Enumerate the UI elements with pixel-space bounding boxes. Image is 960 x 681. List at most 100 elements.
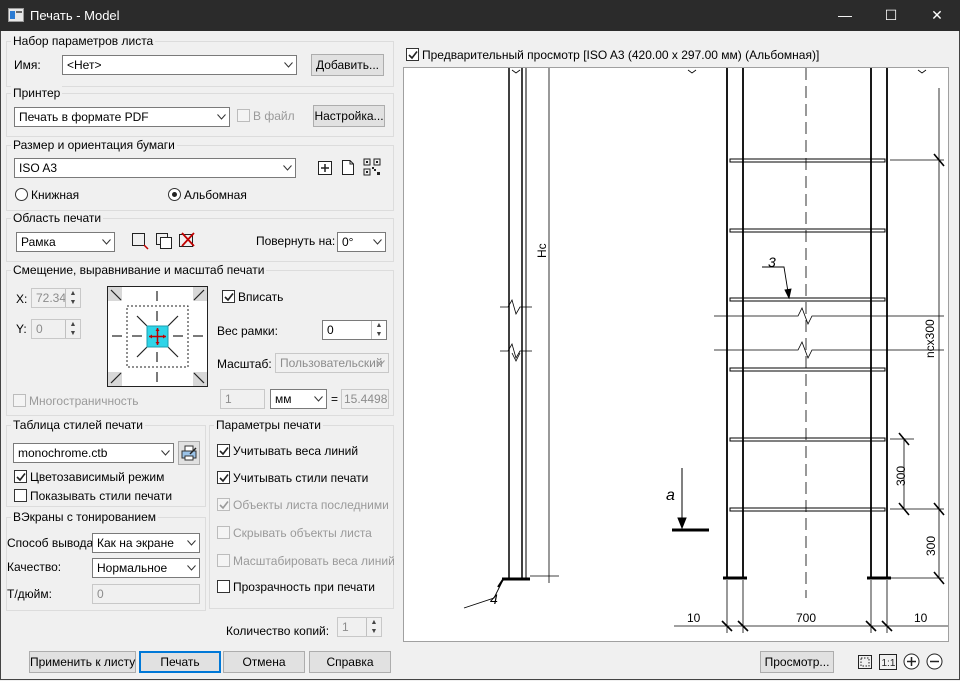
hide-objects-checkbox[interactable] (217, 526, 230, 539)
spin-up-icon: ▲ (371, 321, 386, 330)
copies-label: Количество копий: (226, 624, 330, 638)
spin-up-icon: ▲ (366, 618, 381, 627)
minimize-button[interactable]: — (822, 0, 868, 31)
edit-plot-style-button[interactable] (178, 441, 200, 465)
checkmark-icon (219, 447, 229, 456)
chevron-down-icon (161, 450, 170, 456)
one-to-one-icon[interactable]: 1:1 (879, 654, 897, 670)
spin-up-icon: ▲ (65, 320, 80, 329)
dpi-input[interactable]: 0 (92, 584, 200, 604)
frame-weight-label: Вес рамки: (217, 324, 278, 338)
spin-down-icon: ▼ (65, 329, 80, 338)
page-icon[interactable] (341, 159, 355, 176)
chevron-down-icon (187, 540, 196, 546)
add-paper-icon[interactable] (317, 160, 333, 176)
maximize-button[interactable]: ☐ (868, 0, 914, 31)
zoom-in-icon[interactable] (903, 653, 920, 670)
preview-button[interactable]: Просмотр... (760, 651, 834, 673)
drawing-label-3: 3 (768, 254, 776, 270)
paper-title: Размер и ориентация бумаги (11, 138, 177, 152)
chevron-down-icon (284, 62, 293, 68)
show-styles-checkbox[interactable] (14, 489, 27, 502)
shade-output-combo[interactable]: Как на экране (92, 533, 200, 553)
printer-title: Принтер (11, 86, 63, 100)
paper-size-combo[interactable]: ISO A3 (14, 158, 296, 178)
rotate-combo[interactable]: 0° (337, 232, 386, 252)
scale-unit-combo[interactable]: мм (270, 389, 327, 409)
to-file-checkbox[interactable] (237, 109, 250, 122)
hide-objects-label: Скрывать объекты листа (233, 526, 372, 540)
plot-options-title: Параметры печати (214, 418, 323, 432)
scale-lineweights-checkbox[interactable] (217, 554, 230, 567)
quality-label: Качество: (7, 560, 62, 574)
output-label: Способ вывода: (7, 536, 97, 550)
drawing-label-4: 4 (490, 591, 498, 607)
drawing-label-ncx300: nсx300 (923, 319, 937, 358)
paperspace-last-label: Объекты листа последними (233, 498, 389, 512)
print-button[interactable]: Печать (139, 651, 221, 673)
printer-combo[interactable]: Печать в формате PDF (14, 107, 230, 127)
help-button[interactable]: Справка (309, 651, 391, 673)
chevron-down-icon (373, 239, 382, 245)
copies-input[interactable]: 1 ▲ ▼ (337, 617, 382, 637)
landscape-radio[interactable] (168, 188, 181, 201)
scale-combo[interactable]: Пользовательский (275, 353, 389, 373)
alignment-center-picker[interactable] (107, 286, 208, 387)
preview-panel: Hc 4 3 а nсx300 300 300 10 700 10 (403, 67, 949, 642)
window-copy-icon[interactable] (155, 232, 173, 250)
plot-styles-checkbox[interactable] (217, 471, 230, 484)
spin-down-icon: ▼ (65, 298, 80, 307)
window-select-icon[interactable] (131, 232, 149, 250)
fit-checkbox[interactable] (222, 290, 235, 303)
plot-style-title: Таблица стилей печати (11, 418, 145, 432)
plot-area-combo[interactable]: Рамка (16, 232, 115, 252)
transparency-checkbox[interactable] (217, 580, 230, 593)
close-button[interactable]: ✕ (914, 0, 960, 31)
color-dependent-checkbox[interactable] (14, 470, 27, 483)
drawing-label-700: 700 (796, 611, 816, 625)
extents-icon[interactable] (857, 654, 873, 670)
x-offset-input[interactable]: 72.34 ▲ ▼ (31, 288, 81, 308)
printer-settings-button[interactable]: Настройка... (313, 105, 385, 127)
plot-style-combo[interactable]: monochrome.ctb (13, 443, 174, 463)
landscape-label: Альбомная (184, 188, 247, 202)
zoom-out-icon[interactable] (926, 653, 943, 670)
checkmark-icon (219, 474, 229, 483)
scale-denominator-input[interactable]: 15.4498 (341, 389, 389, 409)
preview-checkbox[interactable] (406, 48, 419, 61)
quality-combo[interactable]: Нормальное (92, 558, 200, 578)
chevron-down-icon (102, 239, 111, 245)
show-styles-label: Показывать стили печати (30, 489, 173, 503)
offset-scale-title: Смещение, выравнивание и масштаб печати (11, 263, 267, 277)
apply-to-layout-button[interactable]: Применить к листу (29, 651, 136, 673)
scale-label: Масштаб: (217, 357, 272, 371)
name-label: Имя: (14, 58, 41, 72)
equals-label: = (331, 392, 339, 406)
paperspace-last-checkbox[interactable] (217, 498, 230, 511)
checkmark-icon (224, 293, 234, 302)
window-title: Печать - Model (30, 8, 120, 23)
y-offset-input[interactable]: 0 ▲ ▼ (31, 319, 81, 339)
x-label: X: (16, 292, 28, 306)
chevron-down-icon (376, 360, 385, 366)
drawing-label-10-right: 10 (914, 611, 928, 625)
paper-properties-icon[interactable] (363, 158, 381, 176)
y-label: Y: (16, 322, 27, 336)
scale-numerator-input[interactable]: 1 (220, 389, 265, 409)
lineweights-checkbox[interactable] (217, 444, 230, 457)
frame-weight-input[interactable]: 0 ▲ ▼ (322, 320, 387, 340)
window-clear-icon[interactable] (178, 231, 196, 249)
multipage-checkbox[interactable] (13, 394, 26, 407)
lineweights-label: Учитывать веса линий (233, 444, 359, 458)
cancel-button[interactable]: Отмена (223, 651, 305, 673)
portrait-radio[interactable] (15, 188, 28, 201)
fit-label: Вписать (238, 290, 284, 304)
spin-up-icon: ▲ (65, 289, 80, 298)
plot-area-title: Область печати (11, 211, 104, 225)
checkmark-icon (219, 501, 229, 510)
drawing-label-10-left: 10 (687, 611, 701, 625)
page-setup-name-combo[interactable]: <Нет> (62, 55, 297, 75)
add-button[interactable]: Добавить... (311, 54, 384, 76)
checkmark-icon (408, 51, 418, 60)
printer-edit-icon (181, 445, 197, 461)
